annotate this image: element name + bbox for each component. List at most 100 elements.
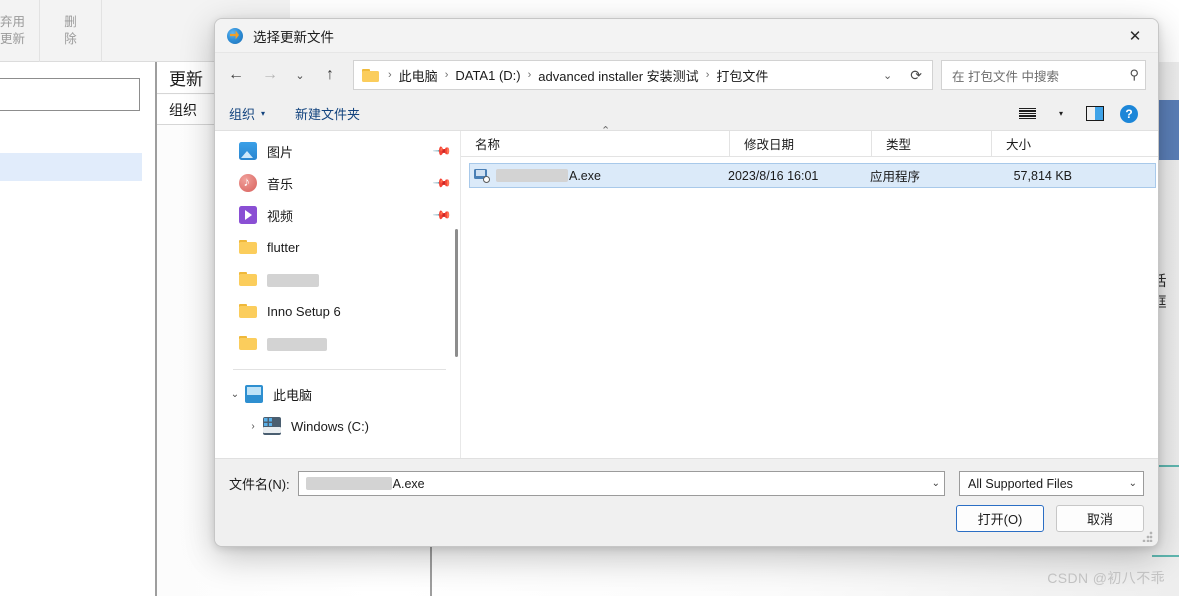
filename-input[interactable]: A.exe ⌄ [297,471,945,496]
open-button[interactable]: 打开(O) [956,505,1044,532]
pin-icon[interactable]: 📌 [432,141,452,161]
navigation-bar: ← → ⌄ ↑ › 此电脑 › DATA1 (D:) › advanced in… [215,53,1158,97]
dialog-body: 图片 📌 音乐 📌 视频 📌 flutter [215,125,1158,458]
sidebar-item-label: Inno Setup 6 [267,303,341,319]
file-list-header: 名称 修改日期 类型 大小 ⌃ [461,125,1158,157]
sidebar-item-windows-c[interactable]: › Windows (C:) [215,410,460,442]
file-list: 名称 修改日期 类型 大小 ⌃ A.exe 2023/8/16 16:01 应用… [461,125,1158,458]
sidebar-divider [233,369,446,370]
dialog-title: 选择更新文件 [253,29,334,45]
new-folder-button[interactable]: 新建文件夹 [295,104,360,123]
sidebar-item-flutter[interactable]: flutter [215,231,460,263]
breadcrumb[interactable]: › 此电脑 › DATA1 (D:) › advanced installer … [353,60,933,90]
folder-icon [239,334,257,352]
sidebar-item-this-pc[interactable]: ⌄ 此电脑 [215,378,460,410]
help-button[interactable]: ? [1112,100,1146,128]
search-placeholder: 在 打包文件 中搜索 [952,69,1059,84]
search-icon[interactable]: ⚲ [1129,67,1139,83]
organize-label: 组织 [229,107,256,122]
breadcrumb-item-1[interactable]: DATA1 (D:) [455,68,520,83]
music-icon [239,174,257,192]
file-type-cell: 应用程序 [870,170,921,184]
sidebar-item-label: flutter [267,239,300,255]
list-view-icon [1018,107,1036,120]
background-toolbar-button-delete[interactable]: 删 除 [40,0,102,62]
chevron-down-icon[interactable]: ⌄ [926,478,940,489]
sidebar-item-videos[interactable]: 视频 📌 [215,199,460,231]
chevron-down-icon[interactable]: ⌄ [871,69,904,82]
folder-icon [362,68,379,82]
drive-icon [263,417,281,435]
filename-row: 文件名(N): A.exe ⌄ All Supported Files ⌄ [229,471,1144,496]
forward-icon[interactable]: → [253,59,287,91]
sidebar-scroll-area: 图片 📌 音乐 📌 视频 📌 flutter [215,131,460,458]
sidebar-item-label: 音乐 [267,176,294,192]
breadcrumb-item-3[interactable]: 打包文件 [716,66,768,85]
sidebar-scrollbar[interactable] [455,229,458,357]
filetype-select[interactable]: All Supported Files ⌄ [959,471,1144,496]
filename-value-suffix: A.exe [392,476,425,491]
button-row: 打开(O) 取消 [229,505,1144,532]
view-controls: ▾ ? [1010,100,1146,128]
dialog-titlebar[interactable]: 选择更新文件 ✕ [215,19,1158,53]
sidebar-item-music[interactable]: 音乐 📌 [215,167,460,199]
background-selected-row[interactable] [0,153,142,181]
chevron-down-icon: ▾ [1058,109,1063,118]
sidebar-item-label [267,271,450,287]
sidebar-item-label [267,335,450,351]
recent-locations-icon[interactable]: ⌄ [287,59,313,91]
resize-grip[interactable] [1142,531,1153,542]
dialog-buttons: 打开(O) 取消 [956,505,1144,532]
view-mode-dropdown[interactable]: ▾ [1044,100,1078,128]
sidebar-item-inno-setup-6[interactable]: Inno Setup 6 [215,295,460,327]
abandon-update-line1: 弃用 [0,15,26,29]
videos-icon [239,206,257,224]
breadcrumb-item-0[interactable]: 此电脑 [399,66,438,85]
up-icon[interactable]: ↑ [313,59,347,91]
search-input[interactable]: 在 打包文件 中搜索 ⚲ [941,60,1146,90]
sidebar-item-label: Windows (C:) [291,418,370,434]
back-icon[interactable]: ← [219,59,253,91]
delete-line1: 删 [64,15,77,29]
folder-icon [239,302,257,320]
close-icon[interactable]: ✕ [1112,19,1158,53]
folder-icon [239,270,257,288]
background-panel-divider [155,62,157,596]
organize-button[interactable]: 组织 ▾ [229,104,265,123]
background-toolbar-button-abandon-update[interactable]: 弃用 更新 [0,0,40,62]
cancel-button[interactable]: 取消 [1056,505,1144,532]
sidebar-item-redacted-1[interactable] [215,263,460,295]
delete-line2: 除 [64,32,77,46]
view-mode-button[interactable] [1010,100,1044,128]
preview-pane-button[interactable] [1078,100,1112,128]
file-name-suffix: A.exe [569,168,601,183]
chevron-right-icon[interactable]: › [243,421,263,432]
pin-icon[interactable]: 📌 [432,205,452,225]
app-icon [227,27,243,44]
pin-icon[interactable]: 📌 [432,173,452,193]
column-header-date[interactable]: 修改日期 [729,130,871,157]
gear-icon [483,175,490,183]
breadcrumb-separator-1: › [444,69,449,81]
refresh-icon[interactable]: ⟳ [904,67,928,84]
sidebar-item-label: 图片 [267,144,294,160]
breadcrumb-item-2[interactable]: advanced installer 安装测试 [538,66,698,85]
file-open-dialog: 选择更新文件 ✕ ← → ⌄ ↑ › 此电脑 › DATA1 (D:) › ad… [214,18,1159,547]
navigation-sidebar: 图片 📌 音乐 📌 视频 📌 flutter [215,131,461,458]
sidebar-item-label: 此电脑 [273,387,313,403]
this-pc-icon [245,385,263,403]
column-header-name[interactable]: 名称 [461,131,729,157]
table-row[interactable]: A.exe 2023/8/16 16:01 应用程序 57,814 KB [469,163,1156,188]
background-tab-update-label: 更新 [169,70,203,89]
redacted-text [267,337,327,351]
pictures-icon [239,142,257,160]
redacted-text [305,477,392,490]
breadcrumb-separator-2: › [527,69,532,81]
chevron-down-icon[interactable]: ⌄ [225,389,245,400]
abandon-update-line2: 更新 [0,32,26,46]
column-header-type[interactable]: 类型 [871,130,991,157]
sidebar-item-redacted-2[interactable] [215,327,460,359]
column-header-size[interactable]: 大小 [991,130,1075,157]
background-text-field[interactable] [0,78,140,111]
sidebar-item-pictures[interactable]: 图片 📌 [215,135,460,167]
